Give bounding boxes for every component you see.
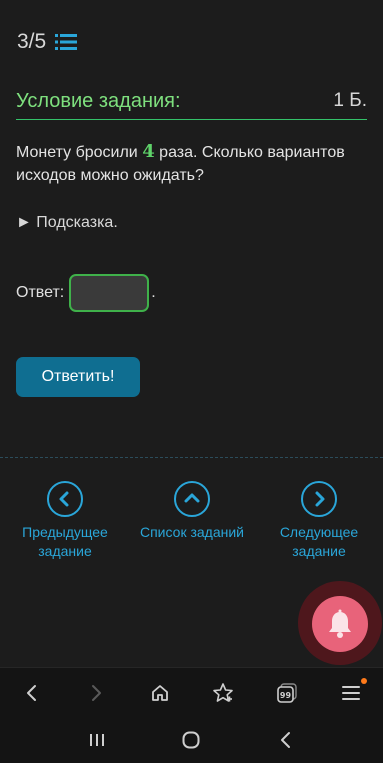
task-list-label[interactable]: Список заданий	[132, 523, 252, 542]
hint-toggle[interactable]: ► Подсказка.	[16, 214, 118, 232]
tabs-icon[interactable]: 99	[270, 676, 304, 710]
submit-button[interactable]: Ответить!	[16, 357, 140, 397]
bell-icon	[329, 609, 351, 638]
bookmark-star-icon[interactable]	[206, 676, 240, 710]
system-home-icon[interactable]	[174, 723, 208, 757]
answer-row: Ответ: .	[16, 274, 156, 312]
task-text: Монету бросили 4 раза. Сколько вариантов…	[16, 140, 366, 187]
prev-task-label[interactable]: Предыдущее задание	[5, 523, 125, 561]
answer-input[interactable]	[69, 274, 150, 312]
task-text-before: Монету бросили	[16, 144, 143, 161]
browser-toolbar: 99	[0, 667, 383, 717]
list-icon[interactable]	[55, 33, 78, 51]
forward-icon[interactable]	[79, 676, 113, 710]
menu-icon[interactable]	[334, 676, 368, 710]
menu-notification-dot	[361, 677, 368, 684]
chevron-up-icon[interactable]	[174, 481, 210, 517]
chevron-right-icon[interactable]	[301, 481, 337, 517]
header-bar: 3/5	[0, 0, 383, 86]
next-task-label[interactable]: Следующее задание	[259, 523, 379, 561]
task-number: 4	[142, 141, 155, 162]
prev-task-button[interactable]: Предыдущее задание	[5, 481, 125, 561]
next-task-button[interactable]: Следующее задание	[259, 481, 379, 561]
app-screen: 3/5 Условие задания: 1 Б. Монету бросили…	[0, 0, 383, 763]
task-progress: 3/5	[17, 30, 78, 54]
task-list-button[interactable]: Список заданий	[132, 481, 252, 542]
divider	[0, 457, 383, 458]
points-label: 1 Б.	[333, 90, 367, 111]
condition-title: Условие задания:	[16, 90, 181, 112]
answer-label: Ответ:	[16, 284, 65, 301]
system-back-icon[interactable]	[269, 723, 303, 757]
progress-text: 3/5	[17, 30, 47, 53]
recent-apps-icon[interactable]	[80, 723, 114, 757]
back-icon[interactable]	[15, 676, 49, 710]
answer-suffix: .	[151, 284, 156, 301]
home-icon[interactable]	[143, 676, 177, 710]
condition-header: Условие задания: 1 Б.	[16, 88, 367, 120]
tabs-count: 99	[280, 691, 292, 700]
system-nav-bar	[0, 717, 383, 763]
notification-bell-button[interactable]	[312, 596, 368, 652]
chevron-left-icon[interactable]	[47, 481, 83, 517]
